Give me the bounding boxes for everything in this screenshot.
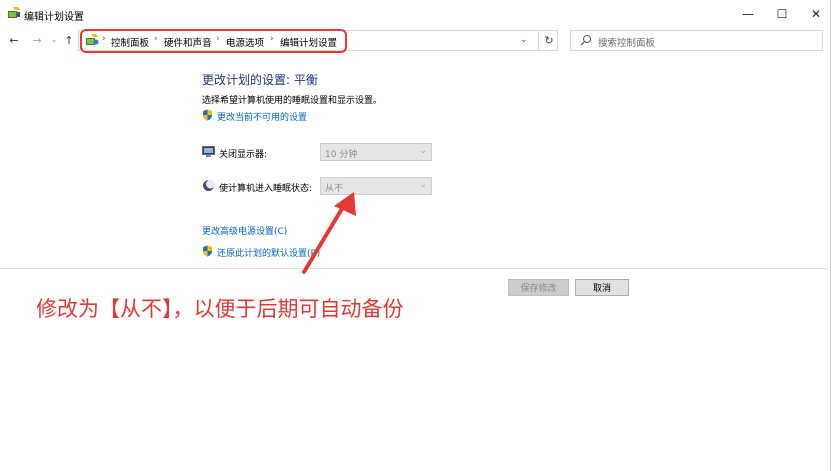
- save-changes-button[interactable]: 保存修改: [508, 279, 569, 296]
- breadcrumb-power-options[interactable]: 电源选项: [226, 35, 264, 49]
- maximize-button[interactable]: ☐: [764, 0, 800, 27]
- window-title: 编辑计划设置: [24, 12, 84, 23]
- breadcrumb-hardware-sound[interactable]: 硬件和声音: [164, 35, 212, 49]
- breadcrumb-separator: ›: [270, 34, 274, 44]
- title-bar: 编辑计划设置 — ☐ ✕: [0, 0, 831, 27]
- refresh-button[interactable]: ↻: [538, 30, 559, 51]
- annotation-arrow-icon: [302, 192, 356, 274]
- change-unavailable-settings-link[interactable]: 更改当前不可用的设置: [217, 110, 307, 123]
- search-placeholder: 搜索控制面板: [598, 38, 656, 49]
- chevron-down-icon: ⌄: [419, 146, 427, 156]
- breadcrumb-separator: ›: [216, 34, 220, 44]
- breadcrumb-edit-plan[interactable]: 编辑计划设置: [280, 35, 337, 49]
- advanced-power-settings-link[interactable]: 更改高级电源设置(C): [202, 224, 287, 237]
- address-dropdown-button[interactable]: ⌄: [520, 35, 528, 45]
- minimize-button[interactable]: —: [730, 0, 766, 27]
- address-row: ← → ⌄ ↑ › 控制面板 › 硬件和声音 › 电源选项 › 编辑计划设置 ⌄…: [0, 27, 831, 55]
- page-title: 更改计划的设置: 平衡: [202, 73, 318, 87]
- uac-shield-icon: [203, 245, 212, 257]
- annotation-text: 修改为【从不】，以便于后期可自动备份: [36, 297, 404, 321]
- close-button[interactable]: ✕: [798, 0, 831, 27]
- breadcrumb-separator: ›: [102, 34, 106, 44]
- uac-shield-icon: [203, 109, 212, 121]
- forward-button[interactable]: →: [30, 33, 44, 47]
- edit-plan-settings-window: 编辑计划设置 — ☐ ✕ ← → ⌄ ↑ › 控制面板 › 硬件和声音 › 电源…: [0, 0, 831, 471]
- turn-off-display-select[interactable]: 10 分钟 ⌄: [320, 143, 432, 161]
- turn-off-display-value: 10 分钟: [325, 150, 358, 160]
- chevron-down-icon: ⌄: [419, 180, 427, 190]
- up-button[interactable]: ↑: [62, 33, 76, 47]
- breadcrumb-control-panel[interactable]: 控制面板: [111, 35, 149, 49]
- cancel-button[interactable]: 取消: [575, 279, 629, 296]
- page-description: 选择希望计算机使用的睡眠设置和显示设置。: [202, 96, 383, 106]
- search-icon: [580, 35, 591, 46]
- monitor-icon: [202, 146, 215, 157]
- divider: [0, 268, 831, 269]
- breadcrumb-separator: ›: [154, 34, 158, 44]
- recent-locations-button[interactable]: ⌄: [47, 33, 61, 47]
- moon-icon: [203, 179, 215, 191]
- turn-off-display-label: 关闭显示器:: [219, 150, 268, 160]
- control-panel-icon: [86, 34, 99, 45]
- back-button[interactable]: ←: [7, 33, 21, 47]
- power-options-icon: [8, 7, 20, 18]
